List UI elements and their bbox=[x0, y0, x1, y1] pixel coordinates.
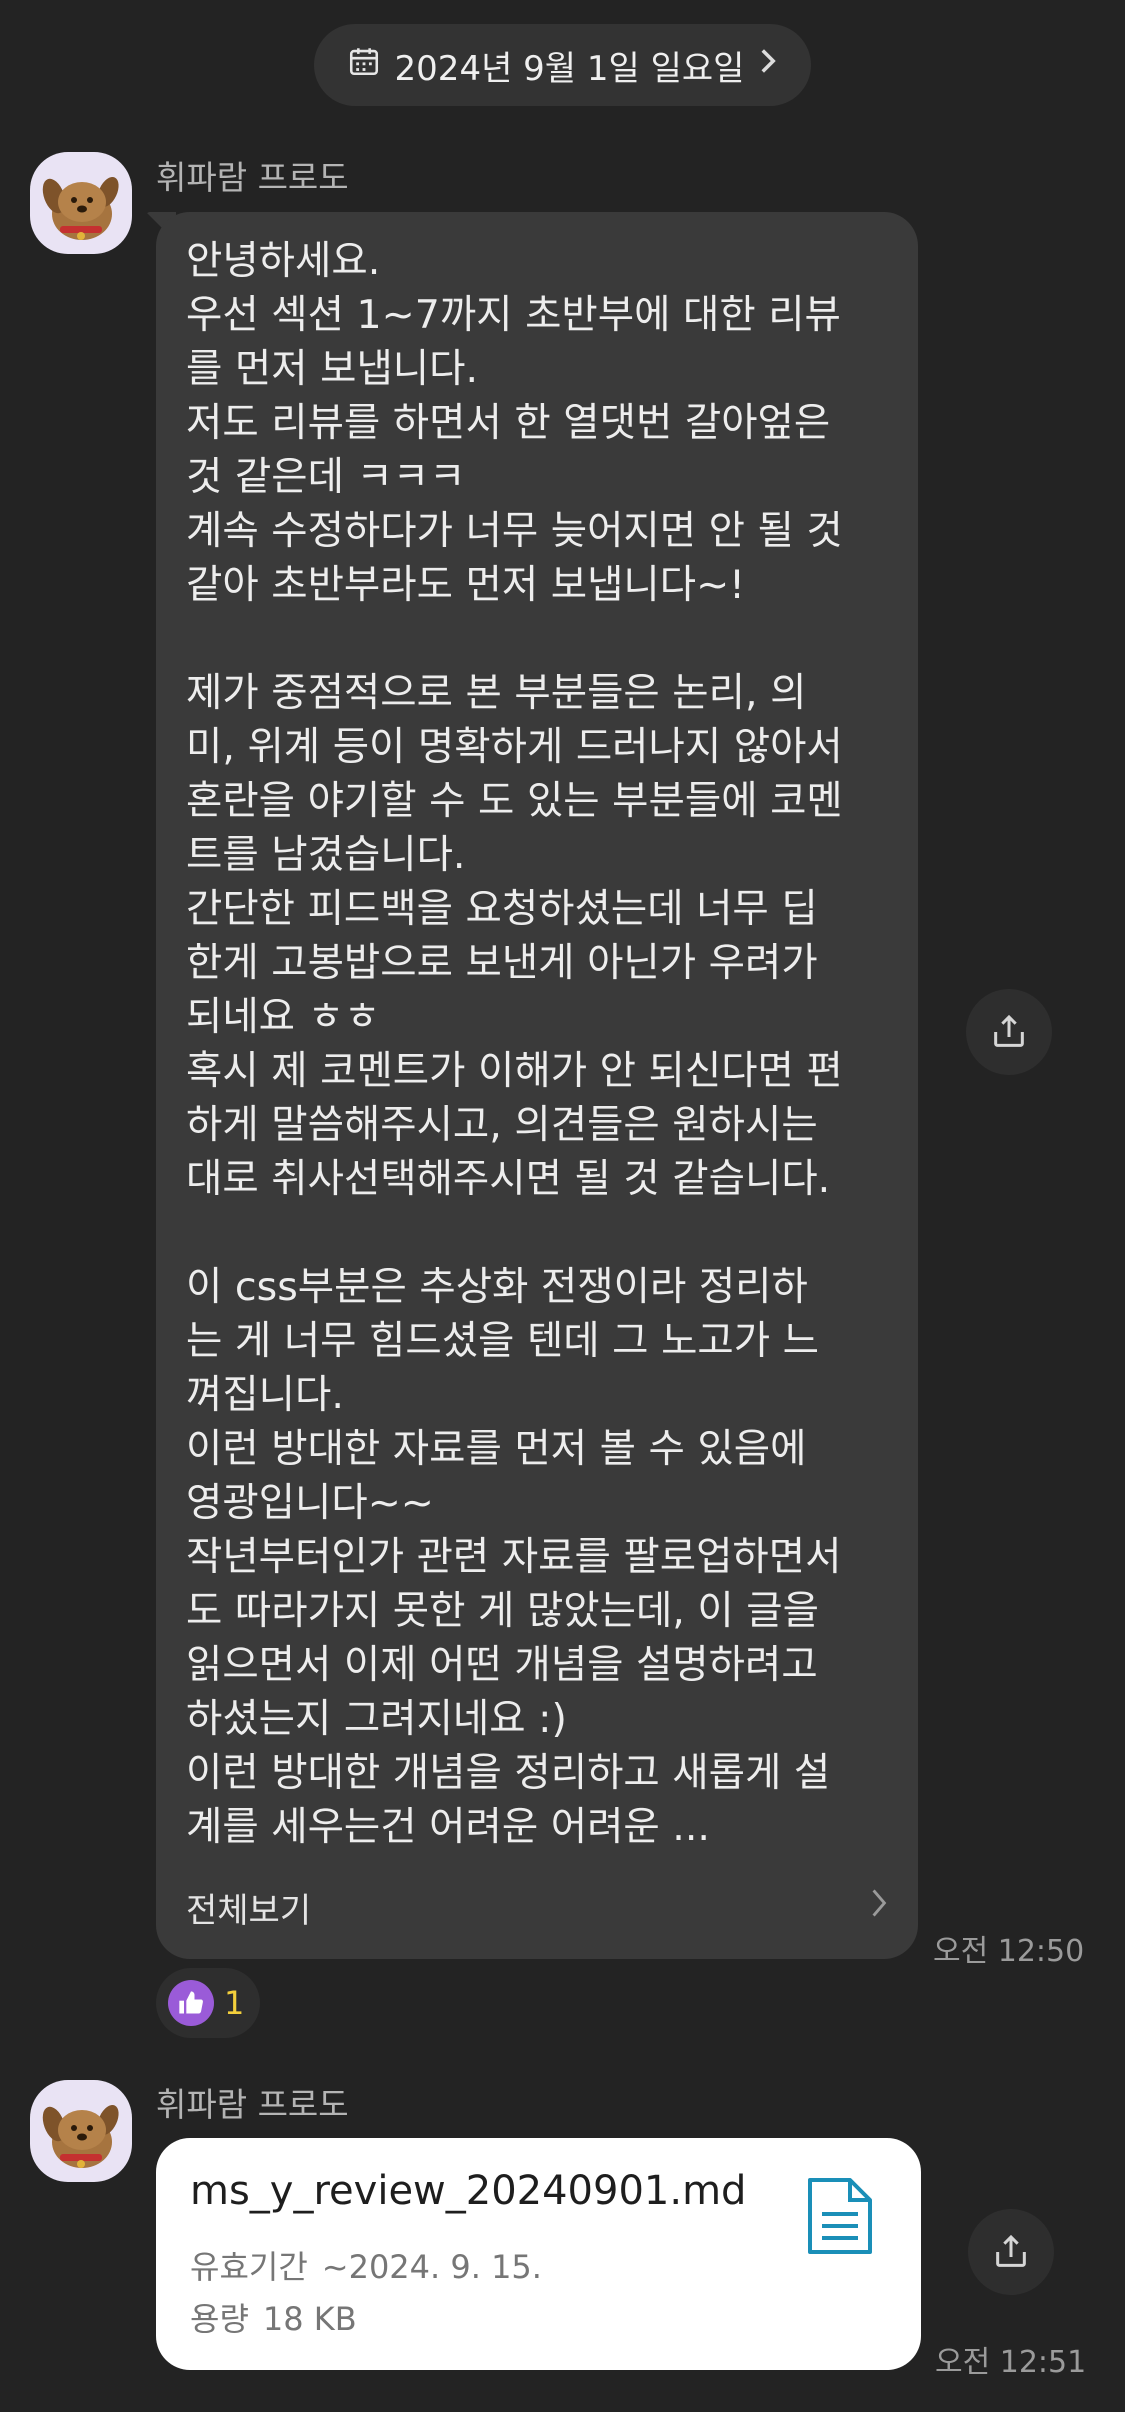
message-text: 안녕하세요. 우선 섹션 1~7까지 초반부에 대한 리뷰 를 먼저 보냅니다.… bbox=[186, 238, 843, 1850]
message-time: 오전 12:50 bbox=[933, 1934, 1085, 1969]
chevron-right-icon bbox=[758, 47, 778, 83]
file-expiry-label: 유효기간 bbox=[190, 2248, 308, 2286]
date-label: 2024년 9월 1일 일요일 bbox=[394, 48, 745, 89]
calendar-icon bbox=[347, 44, 381, 87]
dog-character-icon bbox=[42, 177, 119, 240]
avatar[interactable] bbox=[30, 152, 132, 254]
avatar[interactable] bbox=[30, 2080, 132, 2182]
share-icon bbox=[994, 1014, 1024, 1047]
thumbs-up-icon bbox=[168, 1980, 214, 2026]
sender-name: 휘파람 프로도 bbox=[156, 158, 349, 197]
file-expiry: 유효기간 ~2024. 9. 15. bbox=[190, 2242, 542, 2288]
reaction-count: 1 bbox=[224, 1984, 245, 2022]
sender-name: 휘파람 프로도 bbox=[156, 2085, 349, 2124]
message-bubble[interactable]: 안녕하세요. 우선 섹션 1~7까지 초반부에 대한 리뷰 를 먼저 보냅니다.… bbox=[156, 212, 918, 1959]
reaction-badge[interactable]: 1 bbox=[156, 1968, 260, 2038]
share-button[interactable] bbox=[966, 989, 1052, 1075]
file-size-value: 18 KB bbox=[262, 2300, 357, 2338]
view-all-button[interactable]: 전체보기 bbox=[186, 1881, 888, 1933]
file-size: 용량 18 KB bbox=[190, 2294, 357, 2340]
view-all-label: 전체보기 bbox=[186, 1890, 312, 1931]
share-icon bbox=[996, 2234, 1026, 2267]
file-name: ms_y_review_20240901.md bbox=[190, 2168, 747, 2214]
message-time: 오전 12:51 bbox=[935, 2345, 1087, 2380]
file-size-label: 용량 bbox=[190, 2300, 249, 2338]
share-button[interactable] bbox=[968, 2209, 1054, 2295]
file-expiry-value: ~2024. 9. 15. bbox=[321, 2248, 542, 2286]
file-attachment-card[interactable]: ms_y_review_20240901.md 유효기간 ~2024. 9. 15… bbox=[156, 2138, 921, 2370]
document-icon bbox=[804, 2176, 876, 2260]
date-header[interactable]: 2024년 9월 1일 일요일 bbox=[314, 24, 811, 106]
chevron-right-icon bbox=[870, 1887, 888, 1927]
dog-character-icon bbox=[42, 2105, 119, 2168]
